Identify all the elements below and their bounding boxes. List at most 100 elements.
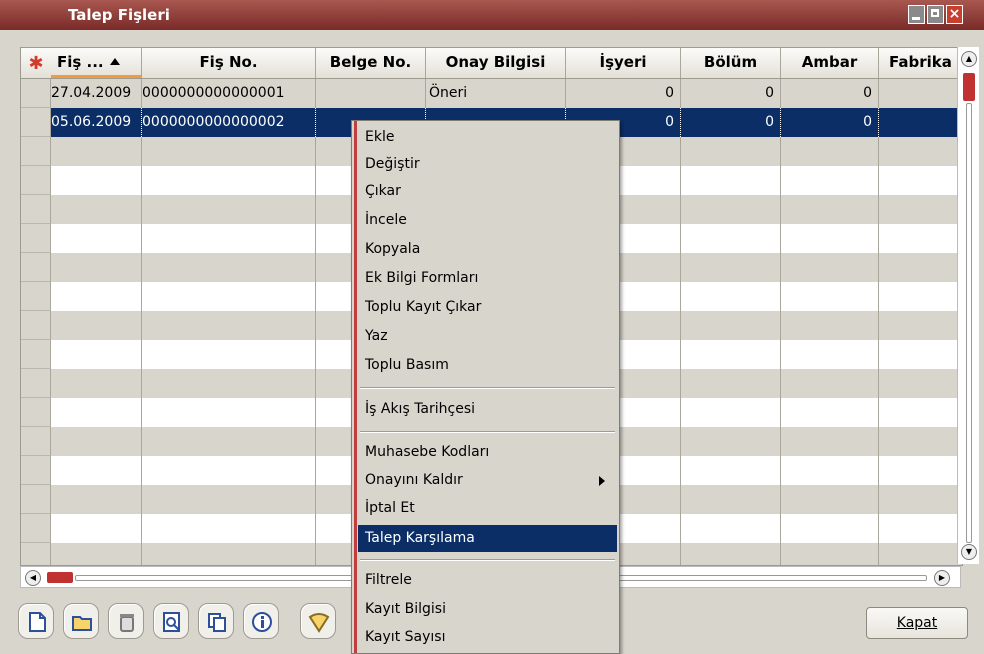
empty-cell <box>681 456 781 485</box>
empty-cell <box>142 166 316 195</box>
row-selector[interactable] <box>21 311 51 340</box>
cell-bolum: 0 <box>681 79 781 108</box>
empty-cell <box>51 485 142 514</box>
row-selector[interactable] <box>21 398 51 427</box>
row-selector[interactable] <box>21 166 51 195</box>
menu-item-muhasebe-kodlari[interactable]: Muhasebe Kodları <box>358 439 617 466</box>
new-document-icon <box>29 612 46 632</box>
open-button[interactable] <box>63 603 99 639</box>
empty-cell <box>142 282 316 311</box>
empty-cell <box>681 340 781 369</box>
empty-cell <box>51 398 142 427</box>
menu-item-iptal-et[interactable]: İptal Et <box>358 495 617 522</box>
menu-item-yaz[interactable]: Yaz <box>358 323 617 350</box>
scroll-right-icon[interactable]: ▶ <box>934 570 950 586</box>
row-selector[interactable] <box>21 253 51 282</box>
app-icon <box>30 6 48 24</box>
empty-cell <box>879 514 962 543</box>
menu-item-filtrele[interactable]: Filtrele <box>358 567 617 594</box>
menu-item-ekle[interactable]: Ekle <box>358 124 617 151</box>
menu-item-toplu-basim[interactable]: Toplu Basım <box>358 352 617 379</box>
scroll-up-icon[interactable]: ▲ <box>961 51 977 67</box>
scroll-left-icon[interactable]: ◀ <box>25 570 41 586</box>
row-selector[interactable] <box>21 456 51 485</box>
column-header-ambar[interactable]: Ambar <box>781 48 879 78</box>
empty-cell <box>781 137 879 166</box>
cell-ambar: 0 <box>781 79 879 108</box>
row-selector[interactable] <box>21 195 51 224</box>
menu-item-incele[interactable]: İncele <box>358 207 617 234</box>
row-selector[interactable] <box>21 137 51 166</box>
maximize-button[interactable] <box>927 5 944 24</box>
cell-fis-no: 0000000000000001 <box>142 79 316 108</box>
row-selector[interactable] <box>21 108 51 137</box>
empty-cell <box>51 543 142 565</box>
column-header-date[interactable]: Fiş ... <box>51 48 142 78</box>
row-selector[interactable] <box>21 543 51 565</box>
select-all-icon[interactable]: ✱ <box>21 48 51 78</box>
empty-cell <box>142 398 316 427</box>
row-selector[interactable] <box>21 514 51 543</box>
row-selector[interactable] <box>21 427 51 456</box>
filter-button[interactable] <box>300 603 336 639</box>
menu-item-kayit-sayisi[interactable]: Kayıt Sayısı <box>358 624 617 651</box>
close-window-button[interactable]: × <box>946 5 963 24</box>
empty-cell <box>781 369 879 398</box>
empty-cell <box>142 253 316 282</box>
column-header-fabrika[interactable]: Fabrika <box>879 48 962 78</box>
table-row[interactable]: 27.04.2009 0000000000000001 Öneri 0 0 0 <box>21 79 962 108</box>
menu-item-is-akis-tarihcesi[interactable]: İş Akış Tarihçesi <box>358 396 617 423</box>
copy-button[interactable] <box>198 603 234 639</box>
column-header-isyeri[interactable]: İşyeri <box>566 48 681 78</box>
menu-item-talep-karsilama[interactable]: Talep Karşılama <box>358 525 617 552</box>
menu-item-ek-bilgi-formlari[interactable]: Ek Bilgi Formları <box>358 265 617 292</box>
row-selector[interactable] <box>21 79 51 108</box>
empty-cell <box>51 311 142 340</box>
scroll-down-icon[interactable]: ▼ <box>961 544 977 560</box>
view-button[interactable] <box>153 603 189 639</box>
empty-cell <box>781 456 879 485</box>
empty-cell <box>142 369 316 398</box>
empty-cell <box>681 311 781 340</box>
cell-fabrika <box>879 108 962 137</box>
info-button[interactable] <box>243 603 279 639</box>
menu-item-kopyala[interactable]: Kopyala <box>358 236 617 263</box>
menu-separator <box>360 431 615 433</box>
cell-ambar: 0 <box>781 108 879 137</box>
delete-button[interactable] <box>108 603 144 639</box>
row-selector[interactable] <box>21 369 51 398</box>
empty-cell <box>781 514 879 543</box>
column-header-belge-no[interactable]: Belge No. <box>316 48 426 78</box>
column-header-bolum[interactable]: Bölüm <box>681 48 781 78</box>
row-selector[interactable] <box>21 282 51 311</box>
empty-cell <box>879 369 962 398</box>
column-header-onay[interactable]: Onay Bilgisi <box>426 48 566 78</box>
empty-cell <box>51 253 142 282</box>
column-header-fis-no[interactable]: Fiş No. <box>142 48 316 78</box>
empty-cell <box>142 514 316 543</box>
menu-item-kayit-bilgisi[interactable]: Kayıt Bilgisi <box>358 596 617 623</box>
minimize-button[interactable] <box>908 5 925 24</box>
empty-cell <box>681 514 781 543</box>
menu-item-onayini-kaldir[interactable]: Onayını Kaldır <box>358 467 617 494</box>
menu-item-degistir[interactable]: Değiştir <box>358 151 617 178</box>
row-selector[interactable] <box>21 224 51 253</box>
empty-cell <box>879 398 962 427</box>
vertical-scroll-thumb[interactable] <box>963 73 975 101</box>
row-selector[interactable] <box>21 485 51 514</box>
empty-cell <box>142 195 316 224</box>
grid-header: ✱ Fiş ... Fiş No. Belge No. Onay Bilgisi… <box>21 48 962 79</box>
shell-icon <box>308 613 330 633</box>
vertical-scrollbar[interactable]: ▲ ▼ <box>957 47 979 564</box>
empty-cell <box>142 137 316 166</box>
close-button[interactable]: Kapat <box>866 607 968 639</box>
row-selector[interactable] <box>21 340 51 369</box>
horizontal-scroll-thumb[interactable] <box>47 572 73 583</box>
empty-cell <box>681 427 781 456</box>
cell-date: 27.04.2009 <box>51 79 142 108</box>
new-record-button[interactable] <box>18 603 54 639</box>
empty-cell <box>879 427 962 456</box>
menu-item-toplu-kayit-cikar[interactable]: Toplu Kayıt Çıkar <box>358 294 617 321</box>
menu-item-cikar[interactable]: Çıkar <box>358 178 617 205</box>
empty-cell <box>781 253 879 282</box>
